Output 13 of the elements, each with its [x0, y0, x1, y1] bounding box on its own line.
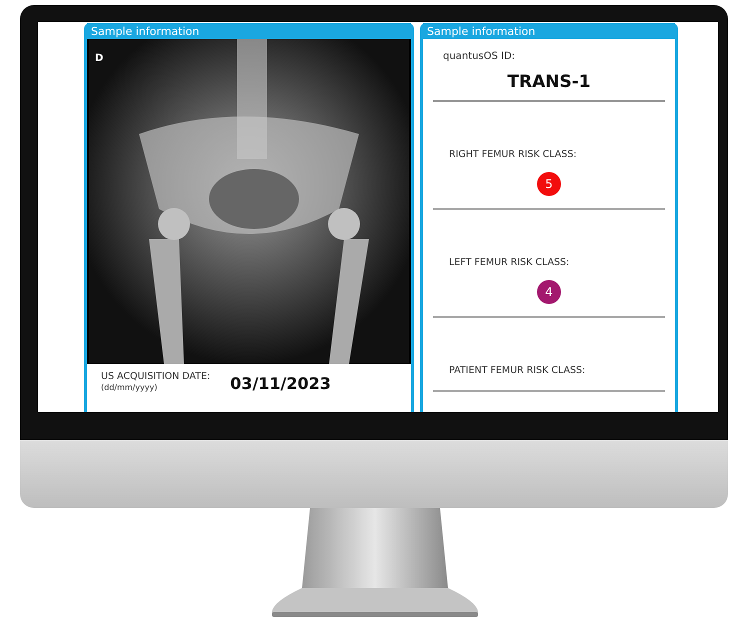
- image-orientation-label: D: [95, 53, 104, 64]
- panel-header: Sample information: [87, 23, 411, 39]
- id-label: quantusOS ID:: [443, 51, 516, 62]
- acquisition-date: 03/11/2023: [230, 375, 331, 393]
- risk-class-label: RIGHT FEMUR RISK CLASS:: [449, 148, 577, 162]
- panel-header: Sample information: [423, 23, 675, 39]
- risk-class-label: PATIENT FEMUR RISK CLASS:: [449, 364, 586, 378]
- acquisition-date-label: US ACQUISITION DATE:: [101, 370, 210, 383]
- risk-class-badge: 4: [537, 280, 561, 304]
- risk-class-badge: 5: [537, 172, 561, 196]
- sample-id: TRANS-1: [506, 72, 592, 92]
- risk-class-label: LEFT FEMUR RISK CLASS:: [449, 256, 570, 270]
- date-format-hint: (dd/mm/yyyy): [101, 383, 158, 393]
